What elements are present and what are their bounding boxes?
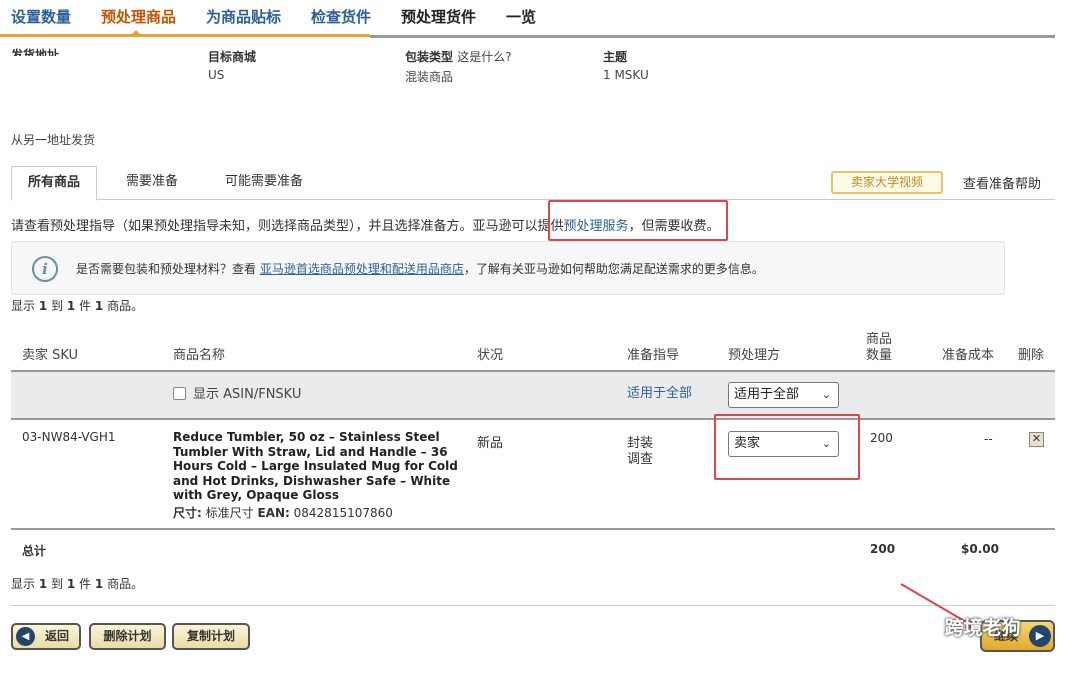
total-quantity: 200 (870, 542, 896, 556)
header-sku: 卖家 SKU (22, 348, 79, 363)
ean-label: EAN: (257, 506, 290, 520)
count-suffix: 商品。 (107, 577, 144, 591)
arrow-left-icon: ◀ (16, 627, 35, 646)
header-quantity-line2: 数量 (866, 348, 893, 363)
tab-may-need-prep[interactable]: 可能需要准备 (209, 166, 319, 200)
row-quantity: 200 (870, 431, 893, 445)
count-total: 1 (94, 577, 104, 591)
count-to: 1 (66, 299, 76, 313)
packing-type-label: 包装类型 (405, 50, 454, 64)
row-prep-guide-line2: 调查 (627, 452, 654, 467)
progress-bar-done (0, 34, 370, 37)
tab-all-products[interactable]: 所有商品 (11, 166, 98, 201)
marketplace-value: US (208, 68, 225, 82)
copy-plan-label: 复制计划 (186, 629, 235, 643)
info-icon: i (32, 256, 58, 282)
packing-info: 包装类型 这是什么? 混装商品 (405, 48, 512, 85)
alert-text-after: ，了解有关亚马逊如何帮助您满足配送需求的更多信息。 (463, 262, 764, 276)
apply-all-prep-owner-select[interactable]: 适用于全部 ⌄ (728, 382, 839, 408)
total-cost: $0.00 (961, 542, 999, 556)
count-suffix: 商品。 (107, 299, 144, 313)
apply-all-prep-guide-link[interactable]: 适用于全部 (627, 382, 692, 401)
count-from: 1 (38, 299, 48, 313)
count-total: 1 (94, 299, 104, 313)
packing-type-value: 混装商品 (405, 70, 454, 84)
table-total-row: 总计 200 $0.00 (11, 532, 1055, 568)
step-prepare-shipment: 预处理货件 (401, 8, 477, 26)
delete-plan-button[interactable]: 删除计划 (89, 623, 166, 650)
wechat-icon (906, 618, 932, 638)
back-button[interactable]: ◀ 返回 (11, 623, 81, 650)
back-button-label: 返回 (44, 629, 69, 643)
subject-value: 1 MSKU (603, 68, 649, 82)
progress-bar-remaining (370, 35, 1055, 38)
row-product-meta: 尺寸: 标准尺寸 EAN: 0842815107860 (173, 504, 393, 521)
packing-help-link[interactable]: 这是什么? (457, 50, 511, 64)
chevron-down-icon: ⌄ (821, 388, 831, 401)
workflow-steps: 设置数量 预处理商品 为商品贴标 检查货件 预处理货件 一览 (0, 0, 1055, 38)
watermark: 跨境老狗 (906, 613, 1021, 640)
count-from: 1 (38, 577, 48, 591)
annotation-box-prep-service (548, 200, 728, 241)
watermark-text: 跨境老狗 (944, 617, 1021, 639)
row-condition: 新品 (477, 436, 504, 451)
header-condition: 状况 (477, 348, 504, 363)
tab-needs-prep[interactable]: 需要准备 (110, 166, 194, 200)
info-alert: i 是否需要包装和预处理材料？查看 亚马逊首选商品预处理和配送用品商店，了解有关… (11, 241, 1005, 295)
subject-label: 主题 (603, 50, 628, 64)
prep-supplies-store-link[interactable]: 亚马逊首选商品预处理和配送用品商店 (260, 262, 464, 276)
step-summary: 一览 (506, 8, 537, 26)
row-prep-cost: -- (984, 432, 993, 446)
count-to: 1 (66, 577, 76, 591)
table-header: 卖家 SKU 商品名称 状况 准备指导 预处理方 商品 数量 准备成本 删除 (11, 325, 1055, 370)
count-prefix: 显示 (11, 299, 36, 313)
show-asin-checkbox[interactable] (173, 387, 186, 400)
header-prep-owner: 预处理方 (728, 348, 781, 363)
annotation-box-prep-owner (714, 414, 860, 480)
size-value: 标准尺寸 (205, 506, 254, 520)
result-count-top: 显示 1 到 1 件 1 商品。 (11, 297, 143, 314)
apply-all-select-value: 适用于全部 (734, 387, 800, 402)
marketplace-info: 目标商城 US (208, 48, 256, 82)
delete-row-icon[interactable]: ✕ (1029, 432, 1044, 447)
header-prep-guide: 准备指导 (627, 348, 680, 363)
alert-text-before: 是否需要包装和预处理材料？查看 (76, 262, 257, 276)
subject-info: 主题 1 MSKU (603, 48, 649, 82)
result-count-bottom: 显示 1 到 1 件 1 商品。 (11, 575, 143, 592)
header-delete: 删除 (1018, 348, 1045, 363)
prep-help-link[interactable]: 查看准备帮助 (963, 173, 1041, 192)
product-tabs: 所有商品 需要准备 可能需要准备 卖家大学视频 查看准备帮助 (11, 166, 1055, 201)
seller-university-video-button[interactable]: 卖家大学视频 (831, 171, 943, 194)
step-review-shipments[interactable]: 检查货件 (311, 6, 371, 27)
step-set-quantity[interactable]: 设置数量 (11, 6, 71, 27)
step-prepare-products[interactable]: 预处理商品 (101, 6, 176, 27)
count-to-label: 到 (51, 299, 64, 313)
active-step-caret (130, 30, 142, 36)
show-asin-label: 显示 ASIN/FNSKU (193, 387, 302, 402)
guidance-text-before: 请查看预处理指导（如果预处理指导未知，则选择商品类型），并且选择准备方。亚马逊可… (11, 219, 564, 234)
apply-all-row: 显示 ASIN/FNSKU 适用于全部 适用于全部 ⌄ (11, 370, 1055, 420)
count-of-label: 件 (79, 577, 92, 591)
row-product-name: Reduce Tumbler, 50 oz – Stainless Steel … (173, 430, 458, 502)
total-label: 总计 (22, 544, 47, 558)
count-of-label: 件 (79, 299, 92, 313)
copy-plan-button[interactable]: 复制计划 (172, 623, 250, 650)
ean-value: 0842815107860 (293, 506, 393, 520)
step-label-products[interactable]: 为商品贴标 (206, 6, 281, 27)
row-sku: 03-NW84-VGH1 (22, 430, 116, 444)
delete-plan-label: 删除计划 (103, 629, 152, 643)
table-row: 03-NW84-VGH1 Reduce Tumbler, 50 oz – Sta… (11, 420, 1055, 530)
header-prep-cost: 准备成本 (942, 348, 995, 363)
count-prefix: 显示 (11, 577, 36, 591)
alert-text: 是否需要包装和预处理材料？查看 亚马逊首选商品预处理和配送用品商店，了解有关亚马… (76, 260, 764, 277)
size-label: 尺寸: (173, 506, 202, 520)
marketplace-label: 目标商城 (208, 50, 257, 64)
header-product-name: 商品名称 (173, 348, 226, 363)
arrow-right-icon: ▶ (1029, 625, 1051, 647)
count-to-label: 到 (51, 577, 64, 591)
ship-from-another-address-link[interactable]: 从另一地址发货 (11, 131, 95, 148)
shipment-info: 目标商城 US 包装类型 这是什么? 混装商品 主题 1 MSKU (0, 48, 1055, 88)
